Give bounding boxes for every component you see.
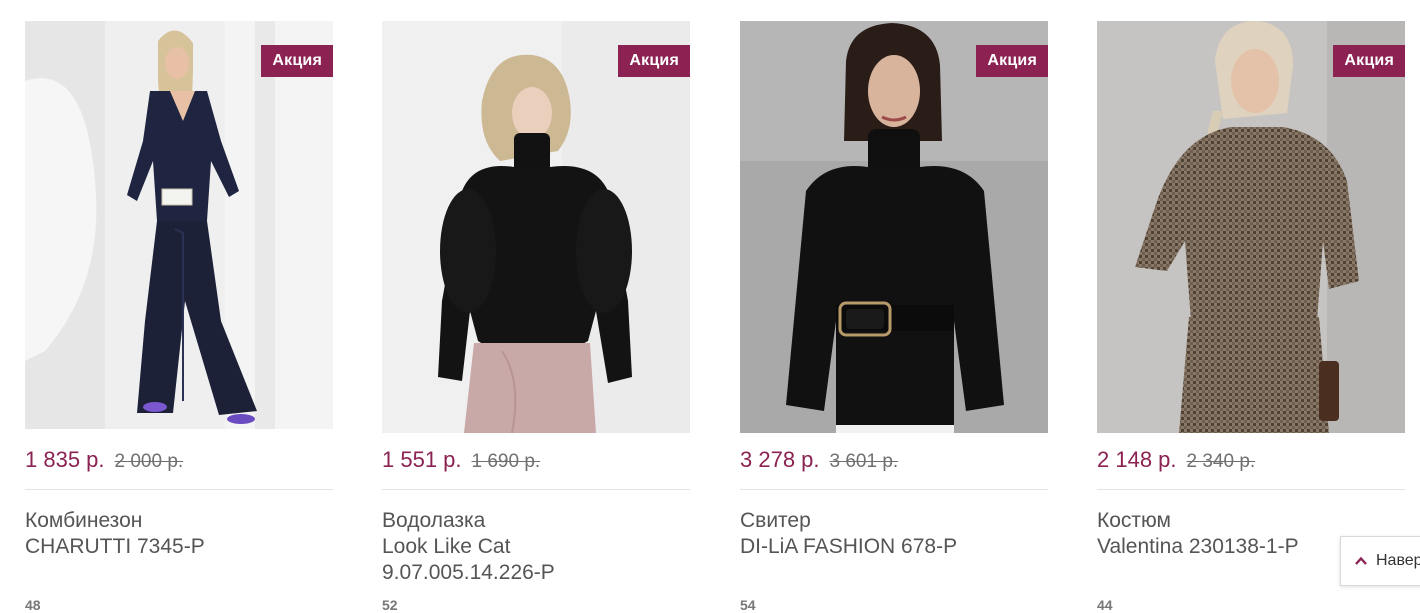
product-card[interactable]: Акция 2 148 р. 2 340 р. Костюм Valentina… (1097, 21, 1405, 613)
old-price: 3 601 р. (829, 451, 899, 472)
product-photo[interactable]: Акция (25, 21, 333, 429)
chevron-up-icon (1355, 556, 1367, 565)
product-photo[interactable]: Акция (1097, 21, 1405, 433)
product-type: Свитер (740, 509, 811, 532)
price-row: 1 835 р. 2 000 р. (25, 447, 333, 490)
sale-badge: Акция (976, 45, 1048, 77)
product-card[interactable]: Акция 1 551 р. 1 690 р. Водолазка Look L… (382, 21, 690, 613)
sale-badge: Акция (618, 45, 690, 77)
product-size: 54 (740, 597, 756, 613)
product-photo[interactable]: Акция (382, 21, 690, 433)
product-title[interactable]: Водолазка Look Like Cat 9.07.005.14.226-… (382, 508, 690, 586)
product-size: 48 (25, 597, 41, 613)
product-type: Костюм (1097, 509, 1171, 532)
suit-photo (1097, 21, 1405, 433)
scroll-top-button[interactable]: Навер (1340, 536, 1420, 586)
old-price: 2 000 р. (114, 451, 184, 472)
price-row: 2 148 р. 2 340 р. (1097, 447, 1405, 490)
product-model: DI-LiA FASHION 678-P (740, 535, 958, 558)
product-model: 9.07.005.14.226-P (382, 561, 555, 584)
turtleneck-photo (382, 21, 690, 433)
price-row: 1 551 р. 1 690 р. (382, 447, 690, 490)
product-card[interactable]: Акция 1 835 р. 2 000 р. Комбинезон CHARU… (25, 21, 333, 613)
sale-badge: Акция (1333, 45, 1405, 77)
product-grid: Акция 1 835 р. 2 000 р. Комбинезон CHARU… (0, 0, 1420, 613)
sale-price: 3 278 р. (740, 447, 820, 472)
product-model: CHARUTTI 7345-P (25, 535, 205, 558)
sale-badge: Акция (261, 45, 333, 77)
product-card[interactable]: Акция 3 278 р. 3 601 р. Свитер DI-LiA FA… (740, 21, 1048, 613)
product-title[interactable]: Комбинезон CHARUTTI 7345-P (25, 508, 333, 560)
scroll-top-label: Навер (1376, 552, 1420, 569)
product-type: Комбинезон (25, 509, 143, 532)
product-size: 52 (382, 597, 398, 613)
product-photo[interactable]: Акция (740, 21, 1048, 433)
old-price: 2 340 р. (1186, 451, 1256, 472)
product-brand: Look Like Cat (382, 535, 511, 558)
product-size: 44 (1097, 597, 1113, 613)
jumpsuit-photo (25, 21, 333, 429)
sweater-photo (740, 21, 1048, 433)
sale-price: 2 148 р. (1097, 447, 1177, 472)
price-row: 3 278 р. 3 601 р. (740, 447, 1048, 490)
sale-price: 1 551 р. (382, 447, 462, 472)
product-title[interactable]: Свитер DI-LiA FASHION 678-P (740, 508, 1048, 560)
product-type: Водолазка (382, 509, 486, 532)
old-price: 1 690 р. (471, 451, 541, 472)
sale-price: 1 835 р. (25, 447, 105, 472)
